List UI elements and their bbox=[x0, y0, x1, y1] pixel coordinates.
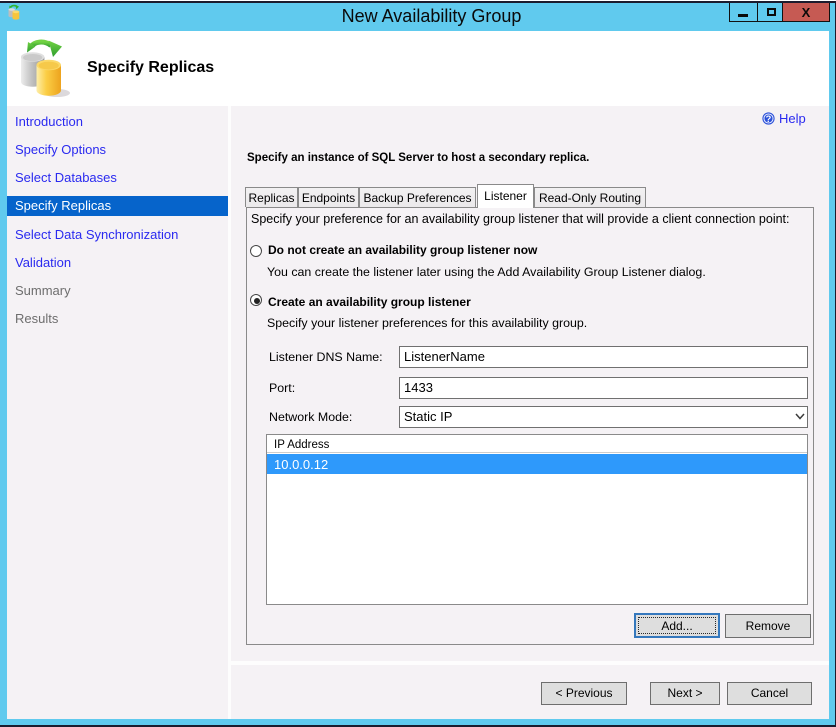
svg-text:?: ? bbox=[766, 114, 772, 124]
